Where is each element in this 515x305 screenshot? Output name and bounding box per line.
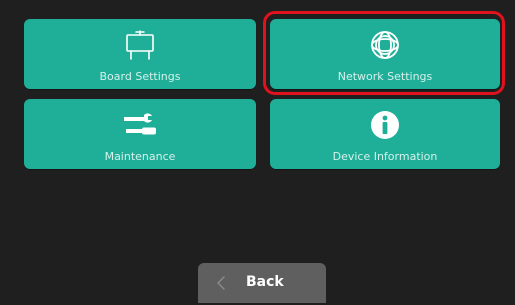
tools-icon <box>120 105 160 145</box>
device-information-label: Device Information <box>332 150 438 163</box>
back-label: Back <box>246 274 284 290</box>
maintenance-label: Maintenance <box>104 150 176 163</box>
board-settings-tile[interactable]: Board Settings <box>24 19 256 89</box>
maintenance-tile[interactable]: Maintenance <box>24 99 256 169</box>
network-settings-tile[interactable]: Network Settings <box>270 19 500 89</box>
chevron-left-icon <box>217 276 225 290</box>
back-button[interactable]: Back <box>198 263 326 303</box>
whiteboard-icon <box>120 25 160 65</box>
globe-icon <box>365 25 405 65</box>
settings-screen: Board Settings Network Settings Maintena… <box>0 0 515 305</box>
board-settings-label: Board Settings <box>99 70 181 83</box>
device-information-tile[interactable]: Device Information <box>270 99 500 169</box>
info-icon <box>365 105 405 145</box>
network-settings-label: Network Settings <box>337 70 433 83</box>
